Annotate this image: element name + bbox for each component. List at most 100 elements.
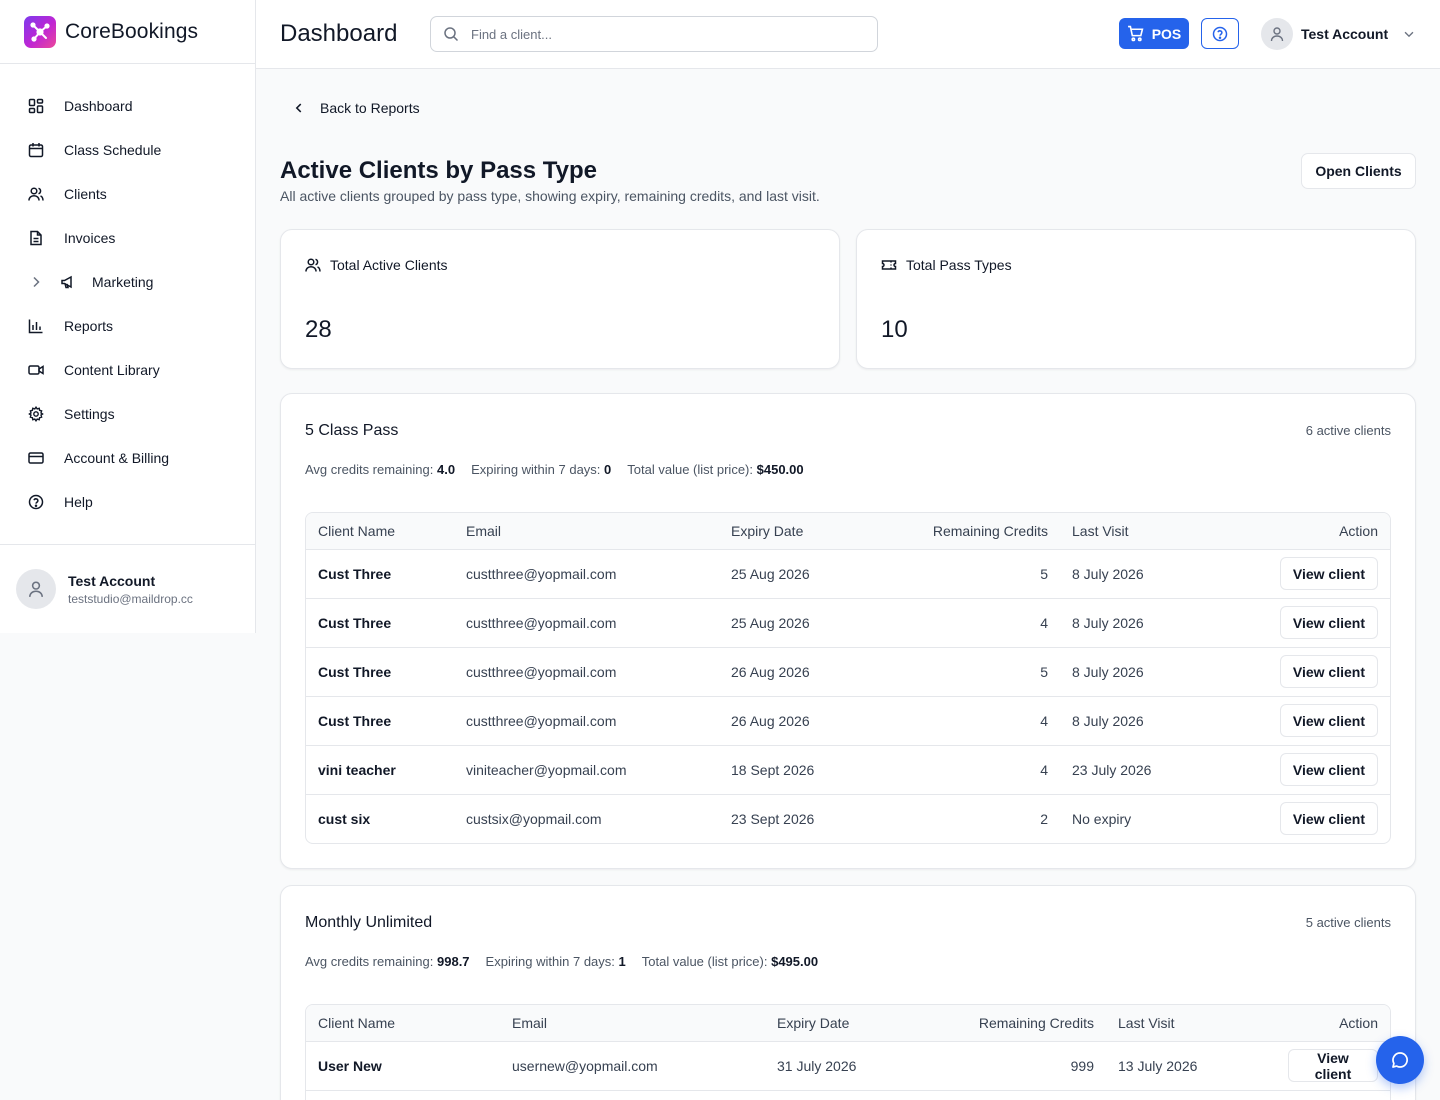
- metric-label: Avg credits remaining:: [305, 954, 434, 969]
- search-icon: [443, 26, 459, 42]
- expiry-date: 31 July 2026: [765, 1041, 925, 1091]
- sidebar-item-account-billing[interactable]: Account & Billing: [0, 436, 255, 480]
- metric-value: $450.00: [756, 462, 804, 477]
- gear-icon: [28, 406, 44, 422]
- last-visit: 13 July 2026: [1106, 1041, 1276, 1091]
- pos-label: POS: [1151, 25, 1182, 42]
- page-title: Dashboard: [280, 20, 398, 47]
- back-to-reports-link[interactable]: Back to Reports: [292, 100, 420, 116]
- user-icon: [1270, 27, 1284, 42]
- last-visit: 8 July 2026: [1060, 696, 1240, 746]
- metric-label: Expiring within 7 days:: [471, 462, 601, 477]
- pass-group-title: 5 Class Pass: [305, 422, 399, 439]
- total-active-clients-card: Total Active Clients 28: [280, 229, 840, 369]
- sidebar-user-email: teststudio@maildrop.cc: [68, 591, 193, 606]
- view-client-button[interactable]: View client: [1279, 802, 1378, 836]
- sidebar-item-content-library[interactable]: Content Library: [0, 348, 255, 392]
- total-pass-types-card: Total Pass Types 10: [856, 229, 1416, 369]
- help-circle-icon: [1212, 26, 1228, 42]
- remaining-credits: 4: [879, 696, 1060, 746]
- sidebar-item-settings[interactable]: Settings: [0, 392, 255, 436]
- last-visit: [1106, 1090, 1276, 1100]
- pos-button[interactable]: POS: [1119, 18, 1189, 49]
- sidebar-item-label: Content Library: [64, 362, 160, 378]
- sidebar-user[interactable]: Test Account teststudio@maildrop.cc: [0, 544, 255, 633]
- column-header: Remaining Credits: [925, 1005, 1106, 1042]
- view-client-button[interactable]: View client: [1279, 557, 1378, 590]
- view-client-button[interactable]: View client: [1279, 655, 1378, 688]
- view-client-button[interactable]: View client: [1279, 704, 1378, 737]
- account-menu[interactable]: Test Account: [1261, 17, 1416, 51]
- chevron-down-icon: [1402, 27, 1416, 41]
- brand[interactable]: CoreBookings: [0, 0, 255, 64]
- brand-name: CoreBookings: [65, 19, 199, 43]
- pass-group-metrics: Avg credits remaining: 4.0 Expiring with…: [305, 462, 804, 477]
- view-client-button[interactable]: View client: [1279, 606, 1378, 639]
- metric-label: Avg credits remaining:: [305, 462, 434, 477]
- client-email: custthree@yopmail.com: [454, 647, 719, 697]
- user-icon: [29, 581, 43, 597]
- view-client-button[interactable]: View client: [1288, 1049, 1378, 1082]
- client-name: vini teacher: [306, 745, 454, 795]
- remaining-credits: 5: [879, 549, 1060, 599]
- sidebar-item-label: Invoices: [64, 230, 116, 246]
- sidebar: CoreBookings Dashboard Class Schedule Cl…: [0, 0, 256, 633]
- sidebar-item-label: Dashboard: [64, 98, 133, 114]
- view-client-button[interactable]: View client: [1279, 753, 1378, 786]
- account-name: Test Account: [1301, 26, 1389, 42]
- stat-value: 10: [881, 316, 908, 343]
- metric-label: Total value (list price):: [641, 954, 768, 969]
- open-clients-button[interactable]: Open Clients: [1301, 153, 1416, 189]
- chat-button[interactable]: [1376, 1036, 1424, 1084]
- video-icon: [28, 362, 44, 378]
- metric-value: 1: [618, 954, 626, 969]
- search-box[interactable]: [430, 16, 878, 52]
- client-name: cust six: [318, 810, 371, 827]
- column-header: Action: [1276, 1005, 1390, 1042]
- credit-card-icon: [28, 450, 44, 466]
- metric-label: Expiring within 7 days:: [485, 954, 615, 969]
- expiry-date: 26 Aug 2026: [719, 696, 879, 746]
- sidebar-item-label: Clients: [64, 186, 107, 202]
- brand-logo-icon: [24, 15, 56, 48]
- remaining-credits: 5: [879, 647, 1060, 697]
- chevron-right-icon[interactable]: [28, 274, 44, 290]
- sidebar-item-label: Settings: [64, 406, 115, 422]
- sidebar-nav: Dashboard Class Schedule Clients Invoice…: [0, 64, 255, 524]
- stat-label: Total Active Clients: [330, 257, 448, 273]
- sidebar-item-dashboard[interactable]: Dashboard: [0, 84, 255, 128]
- report-title: Active Clients by Pass Type: [280, 157, 598, 184]
- chat-bubble-icon: [1390, 1050, 1410, 1070]
- sidebar-item-label: Marketing: [92, 274, 154, 290]
- bar-chart-icon: [28, 318, 44, 334]
- sidebar-item-label: Account & Billing: [64, 450, 170, 466]
- table-row: User New usernew@yopmail.com 31 July 202…: [306, 1041, 1390, 1091]
- sidebar-item-class-schedule[interactable]: Class Schedule: [0, 128, 255, 172]
- last-visit: 8 July 2026: [1060, 549, 1240, 599]
- stat-value: 28: [305, 316, 332, 343]
- remaining-credits: 999: [925, 1041, 1106, 1091]
- expiry-date: 25 Aug 2026: [719, 598, 879, 648]
- pass-group-count: 6 active clients: [1305, 423, 1391, 438]
- calendar-icon: [28, 142, 44, 158]
- sidebar-item-invoices[interactable]: Invoices: [0, 216, 255, 260]
- sidebar-item-marketing[interactable]: Marketing: [0, 260, 255, 304]
- column-header: Last Visit: [1060, 513, 1240, 550]
- pass-group-card: Monthly Unlimited 5 active clients Avg c…: [280, 885, 1416, 1100]
- pass-group-metrics: Avg credits remaining: 998.7 Expiring wi…: [305, 954, 818, 969]
- clients-table: Client Name Email Expiry Date Remaining …: [305, 1004, 1391, 1100]
- last-visit: 8 July 2026: [1060, 598, 1240, 648]
- pass-group-card: 5 Class Pass 6 active clients Avg credit…: [280, 393, 1416, 869]
- stat-label: Total Pass Types: [906, 257, 1012, 273]
- table-row: vini teacher viniteacher@yopmail.com 18 …: [306, 745, 1390, 795]
- sidebar-item-label: Help: [64, 494, 93, 510]
- last-visit: 8 July 2026: [1060, 647, 1240, 697]
- sidebar-user-name: Test Account: [68, 572, 156, 589]
- sidebar-item-reports[interactable]: Reports: [0, 304, 255, 348]
- client-name: Cust Three: [306, 647, 454, 697]
- search-input[interactable]: [471, 26, 851, 42]
- sidebar-item-clients[interactable]: Clients: [0, 172, 255, 216]
- sidebar-item-help[interactable]: Help: [0, 480, 255, 524]
- shopping-cart-icon: [1127, 25, 1144, 42]
- help-button[interactable]: [1201, 18, 1239, 49]
